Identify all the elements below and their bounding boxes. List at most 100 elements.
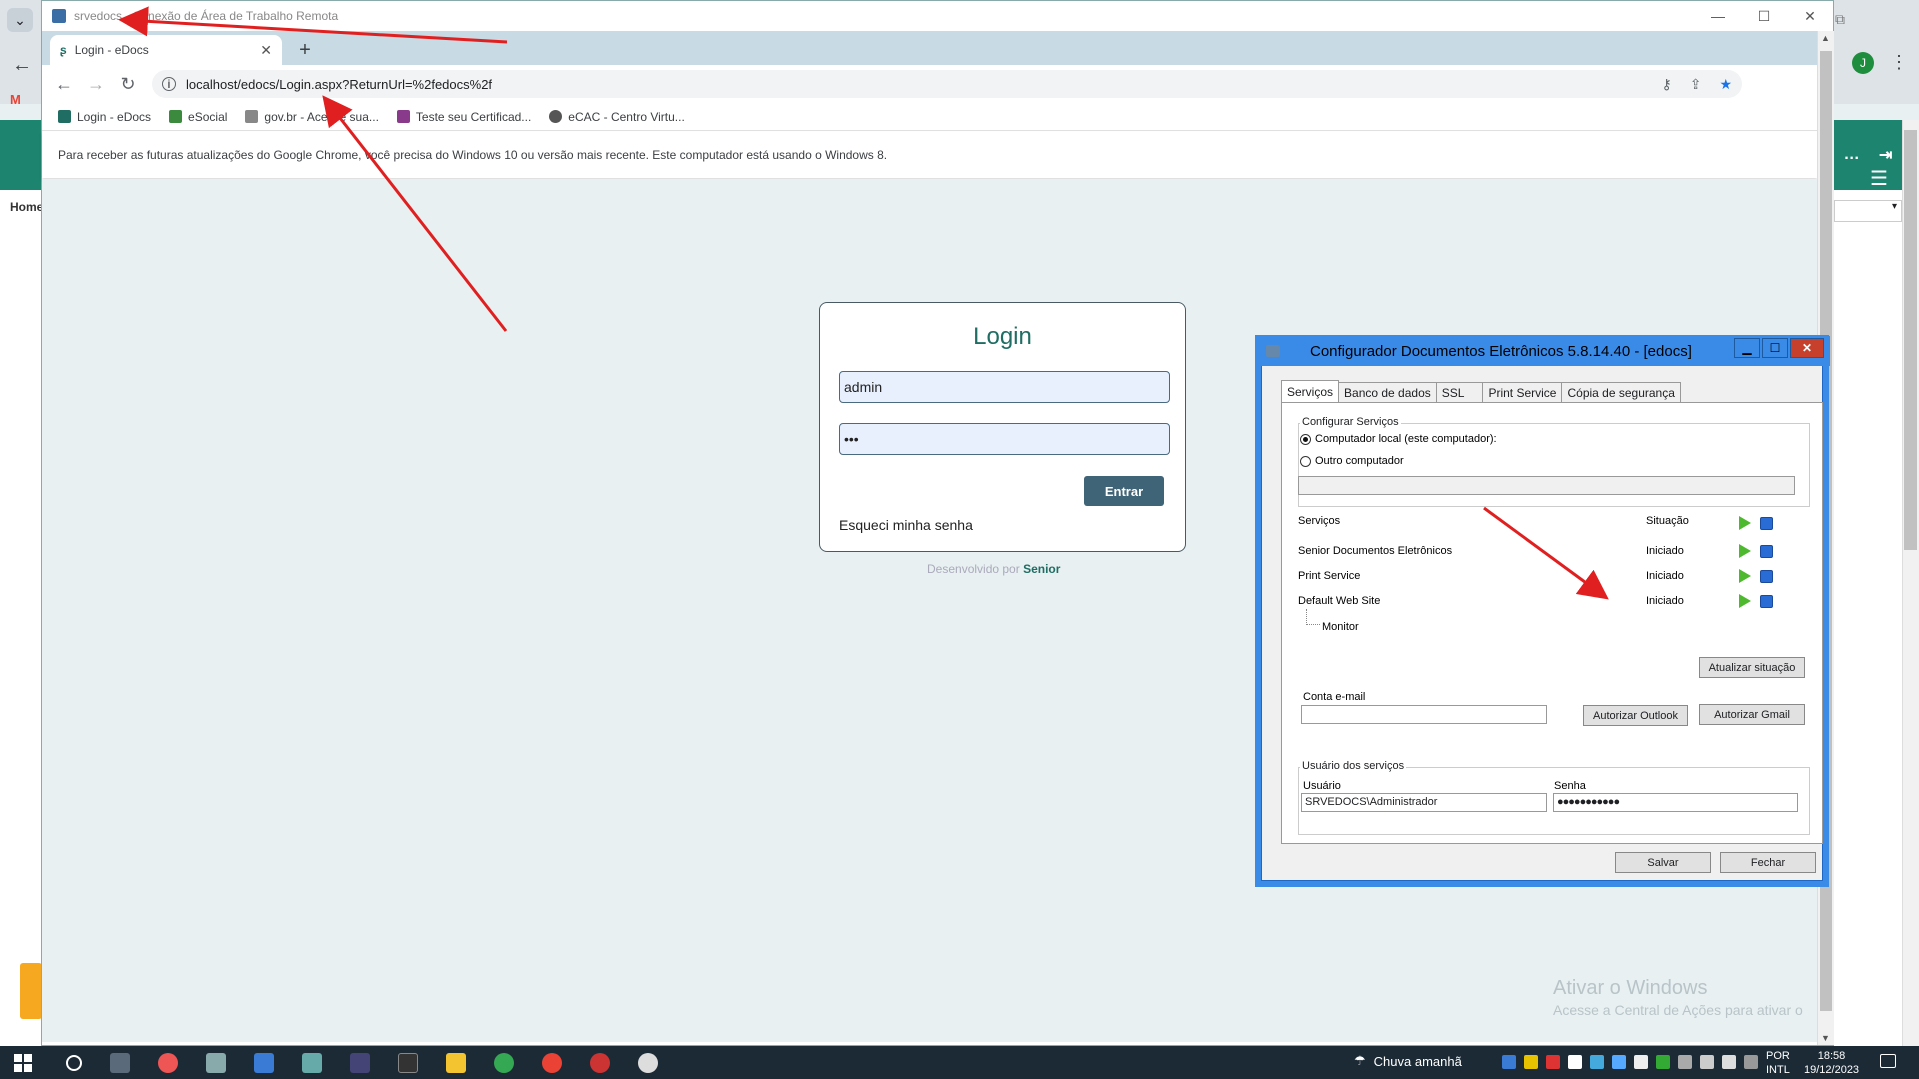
host-logout-icon[interactable]: ⇥ bbox=[1879, 145, 1892, 165]
email-field[interactable] bbox=[1301, 705, 1547, 724]
fechar-button[interactable]: Fechar bbox=[1720, 852, 1816, 873]
atualizar-situacao-button[interactable]: Atualizar situação bbox=[1699, 657, 1805, 678]
host-gmail-bookmark-icon[interactable]: M bbox=[10, 92, 21, 107]
scroll-up-icon[interactable]: ▲ bbox=[1821, 33, 1830, 43]
app-icon[interactable] bbox=[158, 1052, 178, 1073]
start-play-icon[interactable] bbox=[1739, 569, 1751, 583]
app-icon[interactable] bbox=[302, 1052, 322, 1073]
host-dropdown[interactable]: ▾ bbox=[1834, 200, 1902, 222]
info-icon[interactable]: i bbox=[162, 77, 176, 91]
tray-icon[interactable] bbox=[1568, 1055, 1582, 1069]
bluetooth-icon[interactable] bbox=[1502, 1055, 1516, 1069]
back-arrow-icon[interactable]: ← bbox=[48, 74, 80, 95]
stop-all-icon[interactable] bbox=[1760, 517, 1773, 530]
chrome-icon[interactable] bbox=[542, 1052, 562, 1073]
share-icon[interactable]: ⇪ bbox=[1690, 76, 1702, 93]
terminal-icon[interactable] bbox=[398, 1052, 418, 1073]
tab-ssl[interactable]: SSL bbox=[1435, 382, 1484, 403]
start-play-icon[interactable] bbox=[1739, 544, 1751, 558]
tray-icon[interactable] bbox=[1634, 1055, 1648, 1069]
bookmark-login-edocs[interactable]: Login - eDocs bbox=[58, 110, 151, 124]
monitor-node[interactable]: Monitor bbox=[1322, 621, 1359, 633]
search-icon[interactable] bbox=[66, 1054, 82, 1071]
app-icon[interactable] bbox=[590, 1052, 610, 1073]
host-tab-search-chevron-icon[interactable]: ⌄ bbox=[7, 8, 33, 32]
tray-icon[interactable] bbox=[1678, 1055, 1692, 1069]
config-maximize-icon[interactable]: ☐ bbox=[1762, 338, 1788, 358]
salvar-button[interactable]: Salvar bbox=[1615, 852, 1711, 873]
host-more-icon[interactable]: … bbox=[1844, 146, 1860, 164]
stop-icon[interactable] bbox=[1760, 570, 1773, 583]
service-user-field[interactable]: SRVEDOCS\Administrador bbox=[1301, 793, 1547, 812]
config-close-icon[interactable]: ✕ bbox=[1790, 338, 1824, 358]
host-back-arrow-icon[interactable]: ← bbox=[12, 54, 32, 77]
tray-icon[interactable] bbox=[1656, 1055, 1670, 1069]
volume-icon[interactable] bbox=[1722, 1055, 1736, 1069]
key-icon[interactable]: ⚷ bbox=[1661, 76, 1671, 93]
host-profile-avatar[interactable]: J bbox=[1852, 52, 1874, 74]
start-windows-icon[interactable] bbox=[14, 1053, 32, 1072]
radio-other[interactable]: Outro computador bbox=[1300, 455, 1404, 467]
autorizar-gmail-button[interactable]: Autorizar Gmail bbox=[1699, 704, 1805, 725]
other-computer-field[interactable] bbox=[1298, 476, 1795, 495]
start-play-icon[interactable] bbox=[1739, 594, 1751, 608]
host-yellow-widget[interactable] bbox=[20, 963, 42, 1019]
start-all-play-icon[interactable] bbox=[1739, 516, 1751, 530]
stop-icon[interactable] bbox=[1760, 595, 1773, 608]
entrar-button[interactable]: Entrar bbox=[1084, 476, 1164, 506]
bookmark-govbr[interactable]: gov.br - Acesse sua... bbox=[245, 110, 379, 124]
tab-banco-de-dados[interactable]: Banco de dados bbox=[1338, 382, 1437, 403]
radio-other-indicator[interactable] bbox=[1300, 455, 1311, 467]
clock[interactable]: 18:58 19/12/2023 bbox=[1804, 1049, 1859, 1077]
chrome-icon[interactable] bbox=[494, 1052, 514, 1073]
autorizar-outlook-button[interactable]: Autorizar Outlook bbox=[1583, 705, 1688, 726]
rdp-taskbar-icon[interactable] bbox=[350, 1052, 370, 1073]
tab-servicos[interactable]: Serviços bbox=[1281, 380, 1340, 403]
username-input[interactable]: admin bbox=[839, 371, 1170, 403]
host-menu-icon[interactable]: ⋮ bbox=[1890, 52, 1908, 73]
reload-icon[interactable]: ↻ bbox=[112, 74, 144, 95]
config-minimize-icon[interactable]: ▁ bbox=[1734, 338, 1760, 358]
close-icon[interactable]: ✕ bbox=[1787, 1, 1833, 31]
maximize-icon[interactable]: ☐ bbox=[1741, 1, 1787, 31]
tab-print-service[interactable]: Print Service bbox=[1482, 382, 1563, 403]
task-view-icon[interactable] bbox=[110, 1052, 130, 1073]
minimize-icon[interactable]: — bbox=[1695, 1, 1741, 31]
bookmark-esocial[interactable]: eSocial bbox=[169, 110, 227, 124]
language-indicator[interactable]: POR INTL bbox=[1766, 1049, 1790, 1077]
host-hamburger-icon[interactable]: ☰ bbox=[1870, 166, 1888, 191]
radio-local[interactable]: Computador local (este computador): bbox=[1300, 433, 1497, 445]
tray-icon[interactable] bbox=[1612, 1055, 1626, 1069]
tray-icon[interactable] bbox=[1524, 1055, 1538, 1069]
tab-copia-seguranca[interactable]: Cópia de segurança bbox=[1561, 382, 1681, 403]
host-scrollbar-thumb[interactable] bbox=[1904, 130, 1917, 550]
notification-icon[interactable] bbox=[1880, 1054, 1896, 1068]
forward-arrow-icon[interactable]: → bbox=[80, 74, 112, 95]
password-input[interactable]: ••• bbox=[839, 423, 1170, 455]
network-icon[interactable] bbox=[1700, 1055, 1714, 1069]
tab-close-icon[interactable]: ✕ bbox=[260, 42, 272, 59]
app-icon[interactable] bbox=[206, 1052, 226, 1073]
umbrella-icon: ☂ bbox=[1354, 1053, 1366, 1068]
url-text[interactable]: localhost/edocs/Login.aspx?ReturnUrl=%2f… bbox=[186, 77, 492, 92]
service-password-field[interactable]: ●●●●●●●●●●● bbox=[1553, 793, 1798, 812]
host-home-link[interactable]: Home bbox=[10, 200, 43, 214]
host-restore-icon[interactable]: ⧉ bbox=[1835, 11, 1845, 28]
tray-icon[interactable] bbox=[1546, 1055, 1560, 1069]
star-bookmark-icon[interactable]: ★ bbox=[1719, 76, 1732, 93]
tray-icon[interactable] bbox=[1590, 1055, 1604, 1069]
pen-icon[interactable] bbox=[1744, 1055, 1758, 1069]
address-bar[interactable]: i localhost/edocs/Login.aspx?ReturnUrl=%… bbox=[152, 70, 1742, 98]
forgot-password-link[interactable]: Esqueci minha senha bbox=[839, 517, 973, 533]
bookmark-teste-certificado[interactable]: Teste seu Certificad... bbox=[396, 110, 531, 124]
stop-icon[interactable] bbox=[1760, 545, 1773, 558]
weather-widget[interactable]: ☂ Chuva amanhã bbox=[1354, 1053, 1462, 1069]
scroll-down-icon[interactable]: ▼ bbox=[1821, 1033, 1830, 1043]
tab-login-edocs[interactable]: ʂ Login - eDocs ✕ bbox=[50, 35, 282, 65]
radio-local-indicator[interactable] bbox=[1300, 433, 1311, 445]
file-explorer-icon[interactable] bbox=[446, 1052, 466, 1073]
bookmark-ecac[interactable]: eCAC - Centro Virtu... bbox=[549, 110, 685, 124]
app-icon[interactable] bbox=[638, 1052, 658, 1073]
new-tab-plus-icon[interactable]: + bbox=[292, 38, 318, 62]
store-icon[interactable] bbox=[254, 1052, 274, 1073]
